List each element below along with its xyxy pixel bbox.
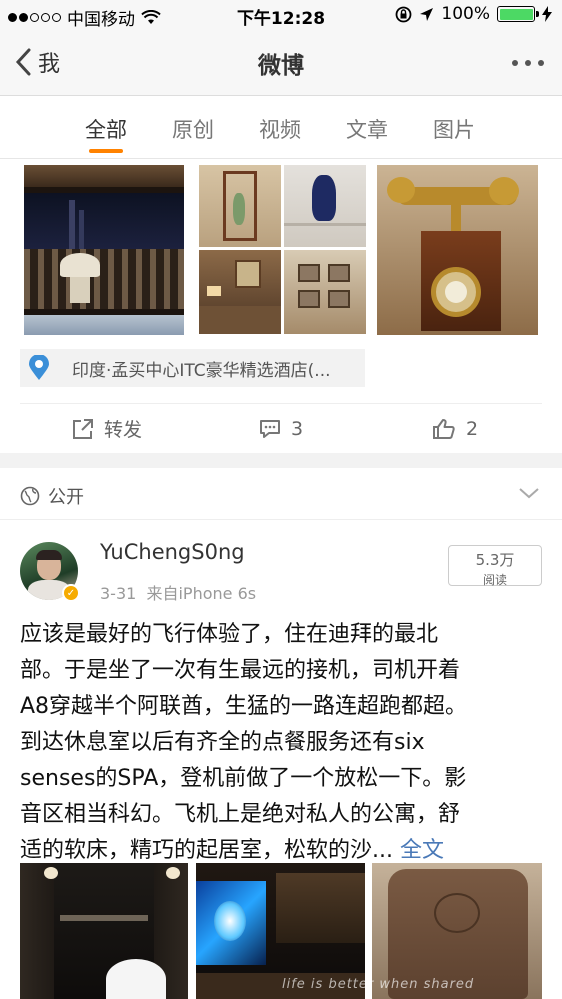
post-image-vintage-telephone[interactable] xyxy=(377,165,538,335)
comment-count: 3 xyxy=(290,417,304,440)
post-image-night-view[interactable] xyxy=(24,165,184,335)
post-image-framed-pictures[interactable] xyxy=(284,250,366,334)
watermark: life is better when shared xyxy=(282,977,475,992)
post-text: 应该是最好的飞行体验了，住在迪拜的最北 部。于是坐了一次有生最远的接机，司机开着… xyxy=(20,617,545,869)
repost-icon xyxy=(72,418,93,439)
repost-button[interactable]: 转发 xyxy=(20,404,194,453)
filter-tabs: 全部 原创 视频 文章 图片 xyxy=(0,96,562,159)
navigation-bar: 我 微博 xyxy=(0,30,562,96)
tab-all[interactable]: 全部 xyxy=(85,114,127,153)
location-text: 印度·孟买中心ITC豪华精选酒店(... xyxy=(72,360,331,381)
chevron-down-icon[interactable] xyxy=(518,486,540,500)
post-meta: 3-31 来自iPhone 6s xyxy=(100,580,256,604)
thumbs-up-icon xyxy=(432,418,455,439)
post-image-vase-cabinet[interactable] xyxy=(199,165,281,247)
more-options-button[interactable] xyxy=(512,60,544,66)
globe-icon xyxy=(20,486,40,506)
tab-original[interactable]: 原创 xyxy=(172,114,214,144)
post-body: 应该是最好的飞行体验了，住在迪拜的最北 部。于是坐了一次有生最远的接机，司机开着… xyxy=(20,622,468,863)
tab-images[interactable]: 图片 xyxy=(433,114,475,144)
visibility-label: 公开 xyxy=(48,487,84,508)
post-date: 3-31 xyxy=(100,584,137,603)
page-title: 微博 xyxy=(258,53,304,79)
location-arrow-icon xyxy=(420,7,434,21)
tab-video[interactable]: 视频 xyxy=(259,114,301,144)
comment-icon xyxy=(259,419,280,438)
read-count-badge: 5.3万 阅读 xyxy=(448,545,542,587)
active-tab-indicator xyxy=(89,149,123,153)
post-actions: 转发 3 2 xyxy=(20,403,542,453)
verified-badge-icon: ✓ xyxy=(62,584,80,602)
full-text-link[interactable]: 全文 xyxy=(400,838,444,863)
post-card: 印度·孟买中心ITC豪华精选酒店(... 转发 3 2 xyxy=(0,159,562,453)
location-tag[interactable]: 印度·孟买中心ITC豪华精选酒店(... xyxy=(20,349,365,387)
username[interactable]: YuChengS0ng xyxy=(100,540,245,564)
battery-icon xyxy=(497,6,539,22)
like-button[interactable]: 2 xyxy=(368,404,542,453)
post-image-lamp-room[interactable] xyxy=(199,250,281,334)
status-bar: 中国移动 下午12:28 100% xyxy=(0,0,562,30)
like-count: 2 xyxy=(465,417,479,440)
rotation-lock-icon xyxy=(395,6,412,22)
battery-percent: 100% xyxy=(441,4,490,24)
post-source: 来自iPhone 6s xyxy=(146,584,257,603)
post-image-blue-vase[interactable] xyxy=(284,165,366,247)
read-count: 5.3万 xyxy=(475,551,515,569)
repost-label: 转发 xyxy=(103,419,142,441)
location-pin-icon xyxy=(20,349,58,387)
comment-button[interactable]: 3 xyxy=(194,404,368,453)
tab-article[interactable]: 文章 xyxy=(346,114,388,144)
charging-icon xyxy=(542,6,552,22)
post-card: ✓ YuChengS0ng 3-31 来自iPhone 6s 5.3万 阅读 应… xyxy=(0,520,562,999)
visibility-row[interactable]: 公开 xyxy=(0,468,562,520)
read-count-label: 阅读 xyxy=(482,573,507,587)
post-image-spa[interactable] xyxy=(20,863,188,999)
